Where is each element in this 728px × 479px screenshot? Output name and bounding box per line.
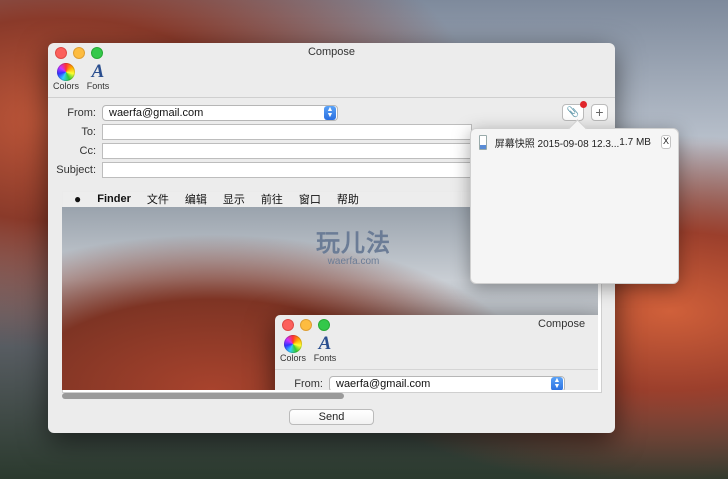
menu-go: 前往 xyxy=(260,194,283,206)
embedded-window-title: Compose xyxy=(538,318,586,330)
embedded-zoom-button xyxy=(318,319,330,331)
embedded-from-value: waerfa@gmail.com xyxy=(336,378,431,390)
embedded-from-label: From: xyxy=(294,378,323,390)
from-value: waerfa@gmail.com xyxy=(109,107,204,119)
watermark-logo: 玩儿法 waerfa.com xyxy=(316,223,391,267)
attachment-size: 1.7 MB xyxy=(619,136,651,148)
to-row: To: xyxy=(48,124,472,140)
select-stepper-icon: ▲ ▼ xyxy=(324,106,336,120)
font-icon: A xyxy=(91,61,105,82)
embedded-color-wheel-icon xyxy=(284,335,302,353)
from-label: From: xyxy=(67,107,96,119)
attachment-badge xyxy=(580,101,587,108)
window-controls xyxy=(55,47,103,59)
menu-view: 显示 xyxy=(222,194,245,206)
menu-file: 文件 xyxy=(146,194,169,206)
embedded-fonts-tool: A Fonts xyxy=(313,333,337,369)
zoom-button[interactable] xyxy=(91,47,103,59)
embedded-from-row: From: waerfa@gmail.com ▲ ▼ xyxy=(275,376,565,390)
cc-label: Cc: xyxy=(79,145,97,157)
to-label: To: xyxy=(81,126,96,138)
watermark-title: 玩儿法 xyxy=(316,229,391,257)
embedded-toolbar: Colors A Fonts xyxy=(275,333,598,370)
close-button[interactable] xyxy=(55,47,67,59)
subject-label: Subject: xyxy=(56,164,96,176)
embedded-compose-window: Compose Colors A Fonts From: waerfa@gmai… xyxy=(275,315,598,390)
color-wheel-icon xyxy=(57,63,75,81)
scrollbar-thumb[interactable] xyxy=(62,393,344,399)
subject-field[interactable] xyxy=(102,162,472,178)
embedded-fonts-label: Fonts xyxy=(313,353,337,363)
attachment-popover: 屏幕快照 2015-09-08 12.3... 1.7 MB X xyxy=(470,128,679,284)
cc-field[interactable] xyxy=(102,143,472,159)
file-icon xyxy=(479,134,487,150)
menu-help: 帮助 xyxy=(336,194,359,206)
menu-edit: 编辑 xyxy=(184,194,207,206)
attachment-row[interactable]: 屏幕快照 2015-09-08 12.3... 1.7 MB X xyxy=(479,133,671,151)
embedded-from-select: waerfa@gmail.com ▲ ▼ xyxy=(329,376,565,390)
window-title: Compose xyxy=(307,46,356,58)
menu-window: 窗口 xyxy=(298,194,321,206)
embedded-minimize-button xyxy=(300,319,312,331)
fonts-tool[interactable]: A Fonts xyxy=(86,61,110,97)
remove-attachment-button[interactable]: X xyxy=(660,135,671,149)
fonts-label: Fonts xyxy=(86,81,110,91)
attachment-name: 屏幕快照 2015-09-08 12.3... xyxy=(494,138,620,150)
embedded-colors-label: Colors xyxy=(280,353,307,363)
plus-icon: + xyxy=(595,104,604,120)
toolbar: Colors A Fonts xyxy=(48,61,615,98)
embedded-font-icon: A xyxy=(318,333,332,354)
paperclip-icon: 📎 xyxy=(566,107,580,118)
send-label: Send xyxy=(318,411,345,423)
menu-finder: Finder xyxy=(97,193,131,205)
embedded-window-controls xyxy=(282,319,330,331)
add-button[interactable]: + xyxy=(591,104,608,121)
apple-icon: ● xyxy=(74,192,82,206)
title-bar[interactable]: Compose xyxy=(48,43,615,63)
embedded-title-bar: Compose xyxy=(275,315,598,335)
embedded-stepper-icon: ▲ ▼ xyxy=(551,377,563,390)
colors-label: Colors xyxy=(53,81,80,91)
horizontal-scrollbar[interactable] xyxy=(62,393,600,400)
minimize-button[interactable] xyxy=(73,47,85,59)
colors-tool[interactable]: Colors xyxy=(53,63,80,97)
embedded-close-button xyxy=(282,319,294,331)
to-field[interactable] xyxy=(102,124,472,140)
remove-attachment-label: X xyxy=(662,136,669,146)
from-select[interactable]: waerfa@gmail.com ▲ ▼ xyxy=(102,105,338,121)
from-row: From: waerfa@gmail.com ▲ ▼ xyxy=(48,105,338,121)
embedded-colors-tool: Colors xyxy=(280,335,307,369)
cc-row: Cc: xyxy=(48,143,472,159)
subject-row: Subject: xyxy=(48,162,472,178)
send-button[interactable]: Send xyxy=(289,409,374,425)
